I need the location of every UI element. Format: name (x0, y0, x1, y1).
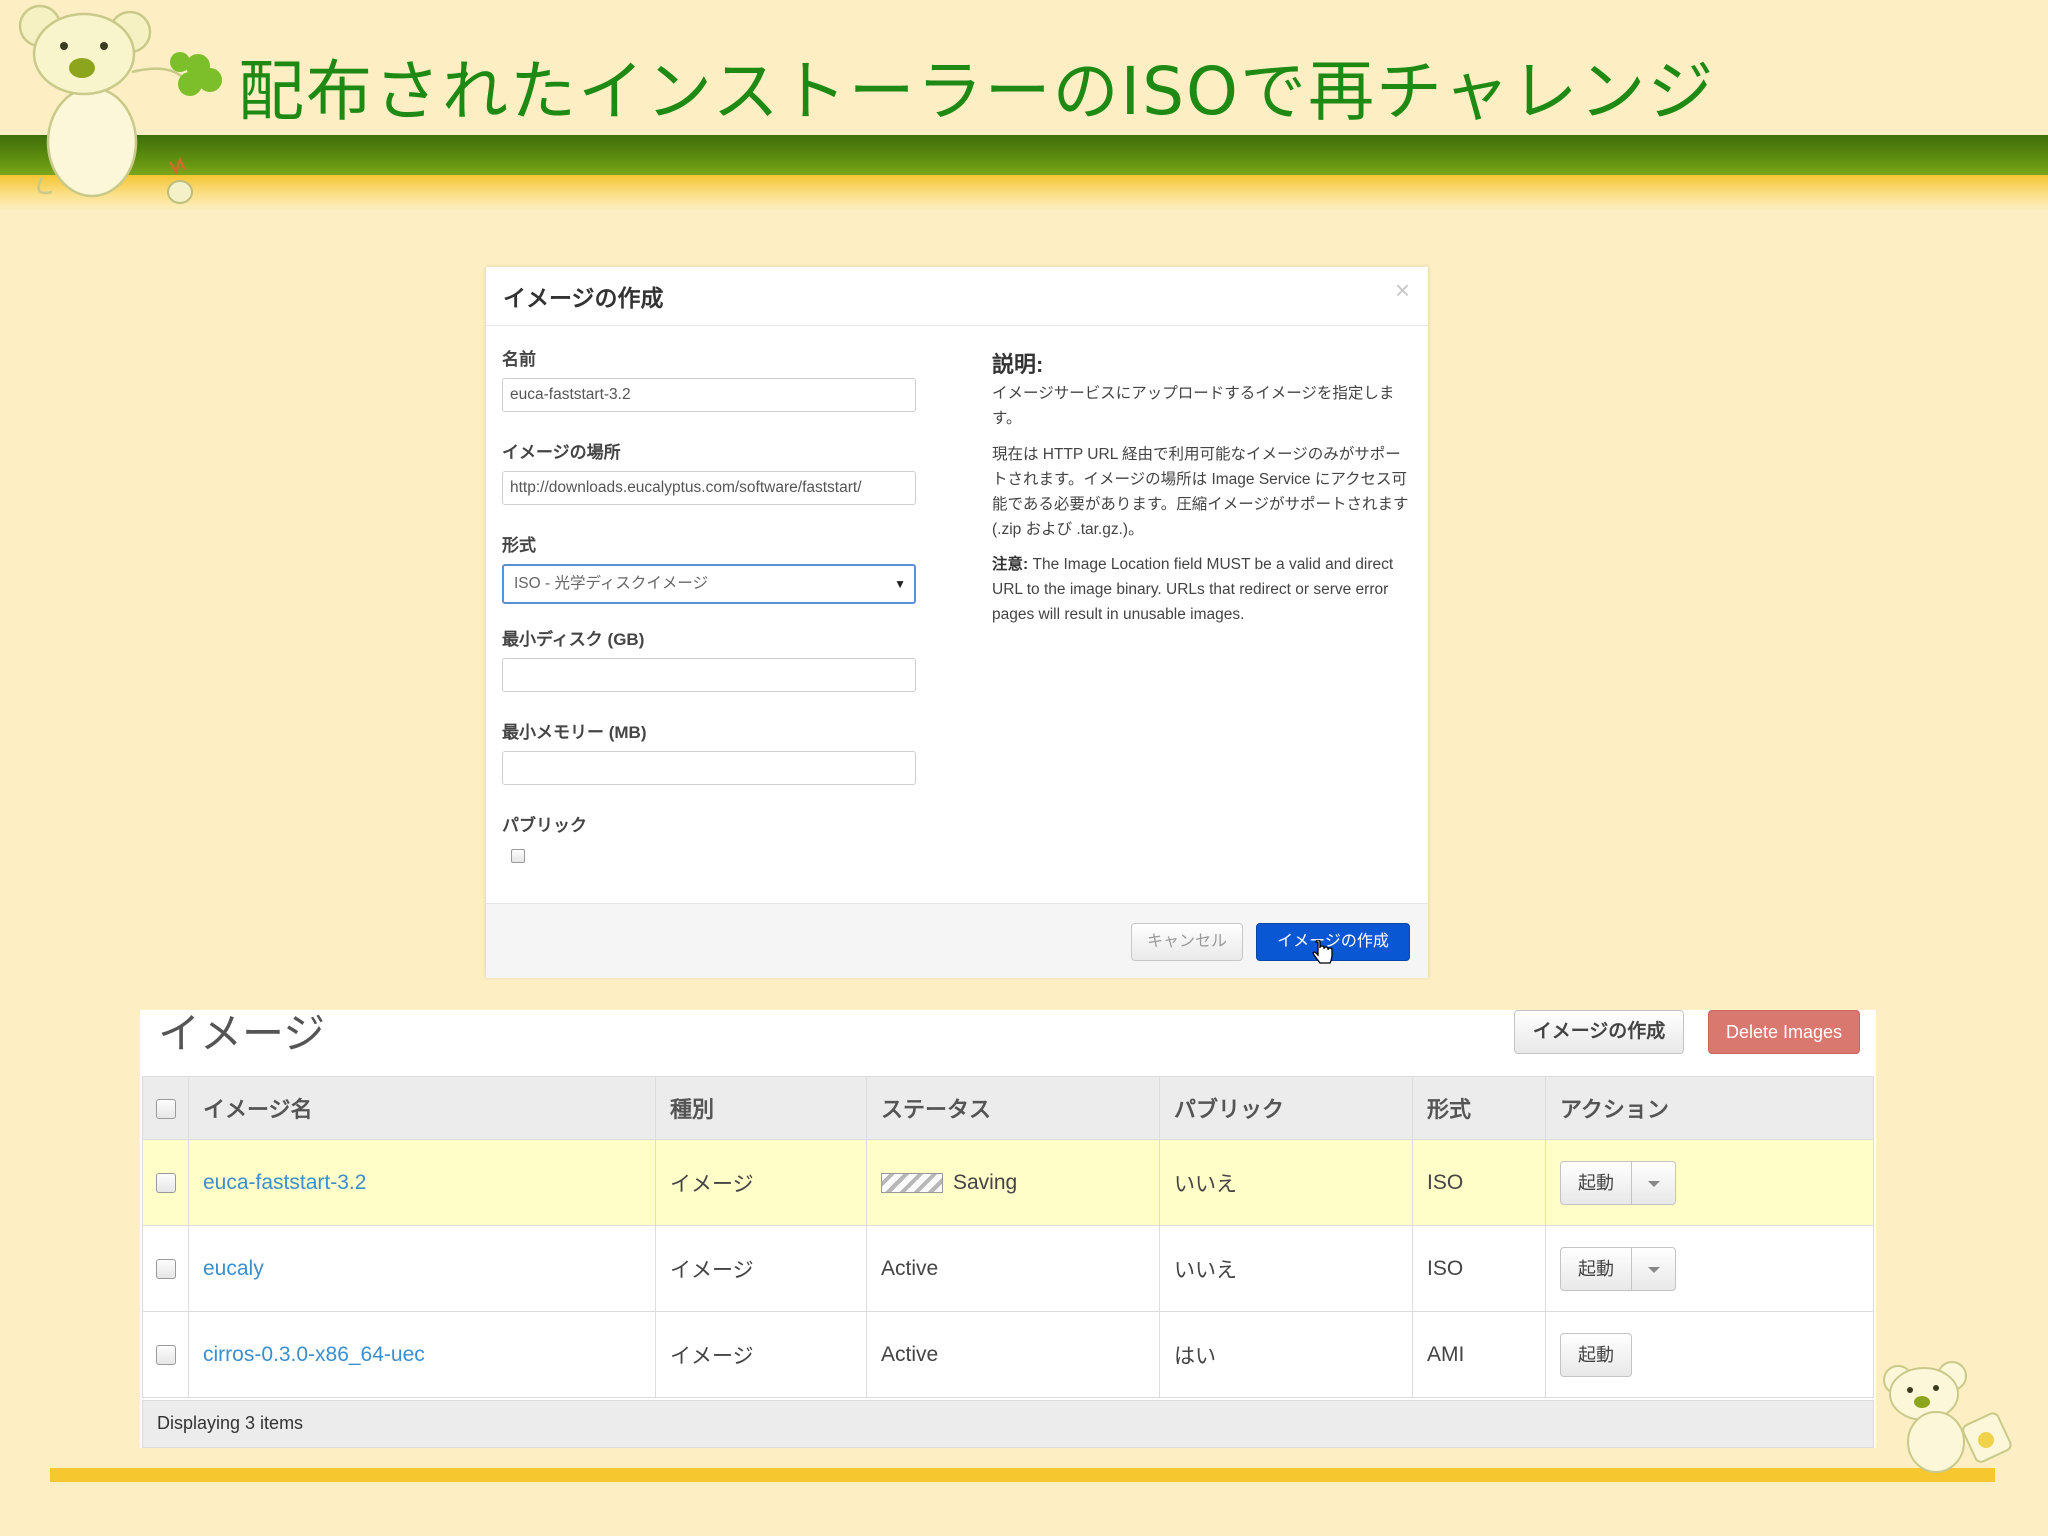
image-name-link[interactable]: euca-faststart-3.2 (203, 1171, 366, 1194)
table-row: cirros-0.3.0-x86_64-uec イメージ Active はい A… (142, 1311, 1874, 1398)
name-label: 名前 (502, 350, 536, 369)
slide-title: 配布されたインストーラーのISOで再チャレンジ (238, 53, 1716, 130)
status-text: Saving (953, 1170, 1018, 1194)
min-memory-input[interactable] (502, 751, 916, 785)
note-label: 注意: (992, 556, 1029, 573)
image-location-input[interactable]: http://downloads.eucalyptus.com/software… (502, 471, 916, 505)
image-format-cell: AMI (1412, 1311, 1546, 1398)
modal-header: イメージの作成 × (486, 267, 1428, 326)
name-input[interactable]: euca-faststart-3.2 (502, 378, 916, 412)
row-select-cell (142, 1225, 189, 1312)
koala-small-icon (1883, 1361, 2012, 1473)
note-text: The Image Location field MUST be a valid… (992, 556, 1394, 623)
chevron-down-icon[interactable] (1632, 1246, 1676, 1291)
column-header-status[interactable]: ステータス (866, 1076, 1160, 1140)
footer-band (50, 1468, 1995, 1482)
modal-footer: キャンセル イメージの作成 (486, 903, 1428, 978)
saving-progress-bar (881, 1172, 943, 1193)
image-public-cell: はい (1159, 1311, 1413, 1398)
format-label: 形式 (502, 536, 536, 555)
row-checkbox[interactable] (155, 1344, 176, 1365)
column-header-name[interactable]: イメージ名 (188, 1076, 656, 1140)
image-format-cell: ISO (1412, 1139, 1546, 1226)
format-select-value: ISO - 光学ディスクイメージ (514, 575, 709, 592)
image-name-cell: euca-faststart-3.2 (188, 1139, 656, 1226)
image-public-cell: いいえ (1159, 1139, 1413, 1226)
koala-mascot-icon (18, 4, 222, 204)
public-checkbox[interactable] (511, 849, 525, 863)
modal-title: イメージの作成 (503, 285, 664, 311)
description-text-2: 現在は HTTP URL 経由で利用可能なイメージのみがサポートされます。イメー… (992, 446, 1409, 538)
launch-button[interactable]: 起動 (1560, 1332, 1632, 1377)
format-select[interactable]: ISO - 光学ディスクイメージ ▼ (502, 564, 916, 604)
row-checkbox[interactable] (155, 1172, 176, 1193)
header-band-green (0, 135, 2048, 175)
column-header-public[interactable]: パブリック (1159, 1076, 1413, 1140)
page-title: イメージ (158, 1010, 326, 1057)
image-type-cell: イメージ (655, 1311, 867, 1398)
min-memory-label: 最小メモリー (MB) (502, 723, 647, 742)
table-row: euca-faststart-3.2 イメージ Saving いいえ ISO 起… (142, 1139, 1874, 1226)
image-action-cell: 起動 (1545, 1225, 1874, 1312)
image-type-cell: イメージ (655, 1139, 867, 1226)
create-image-button[interactable]: イメージの作成 (1514, 1010, 1684, 1054)
location-label: イメージの場所 (502, 443, 621, 462)
select-all-cell (142, 1076, 189, 1140)
select-all-checkbox[interactable] (155, 1099, 176, 1120)
public-label: パブリック (502, 816, 587, 835)
create-image-modal: イメージの作成 × 名前 euca-faststart-3.2 イメージの場所 … (486, 267, 1428, 978)
item-count: Displaying 3 items (157, 1413, 304, 1433)
chevron-down-icon[interactable] (1632, 1160, 1676, 1205)
column-header-format[interactable]: 形式 (1412, 1076, 1546, 1140)
row-select-cell (142, 1311, 189, 1398)
image-name-cell: eucaly (188, 1225, 656, 1312)
table-row: eucaly イメージ Active いいえ ISO 起動 (142, 1225, 1874, 1312)
launch-split-button: 起動 (1560, 1160, 1676, 1205)
image-status-cell: Saving (866, 1139, 1160, 1226)
description-heading: 説明: (992, 352, 1044, 377)
images-panel: イメージ イメージの作成 Delete Images イメージ名 種別 ステータ… (140, 1010, 1876, 1448)
min-disk-input[interactable] (502, 658, 916, 692)
launch-button[interactable]: 起動 (1560, 1246, 1632, 1291)
image-action-cell: 起動 (1545, 1139, 1874, 1226)
image-status-cell: Active (866, 1225, 1160, 1312)
small-bird-icon (167, 180, 193, 204)
image-format-cell: ISO (1412, 1225, 1546, 1312)
hand-cursor-icon (1312, 940, 1333, 964)
table-footer: Displaying 3 items (142, 1400, 1874, 1448)
column-header-actions: アクション (1545, 1076, 1874, 1140)
delete-images-button[interactable]: Delete Images (1708, 1010, 1860, 1054)
image-type-cell: イメージ (655, 1225, 867, 1312)
launch-button[interactable]: 起動 (1560, 1160, 1632, 1205)
image-name-link[interactable]: cirros-0.3.0-x86_64-uec (203, 1343, 425, 1366)
cancel-button[interactable]: キャンセル (1131, 923, 1243, 961)
chevron-down-icon: ▼ (894, 577, 906, 591)
image-status-cell: Active (866, 1311, 1160, 1398)
row-select-cell (142, 1139, 189, 1226)
description-text-1: イメージサービスにアップロードするイメージを指定します。 (992, 385, 1395, 427)
close-icon[interactable]: × (1395, 275, 1410, 306)
table-header-row: イメージ名 種別 ステータス パブリック 形式 アクション (142, 1076, 1874, 1140)
header-band-glow (0, 175, 2048, 211)
row-checkbox[interactable] (155, 1258, 176, 1279)
image-action-cell: 起動 (1545, 1311, 1874, 1398)
launch-split-button: 起動 (1560, 1246, 1676, 1291)
image-name-cell: cirros-0.3.0-x86_64-uec (188, 1311, 656, 1398)
column-header-type[interactable]: 種別 (655, 1076, 867, 1140)
min-disk-label: 最小ディスク (GB) (502, 630, 645, 649)
image-public-cell: いいえ (1159, 1225, 1413, 1312)
description-note: 注意: The Image Location field MUST be a v… (992, 552, 1412, 627)
launch-split-button: 起動 (1560, 1332, 1632, 1377)
image-name-link[interactable]: eucaly (203, 1257, 264, 1280)
images-table: イメージ名 種別 ステータス パブリック 形式 アクション euca-fasts… (142, 1076, 1874, 1398)
